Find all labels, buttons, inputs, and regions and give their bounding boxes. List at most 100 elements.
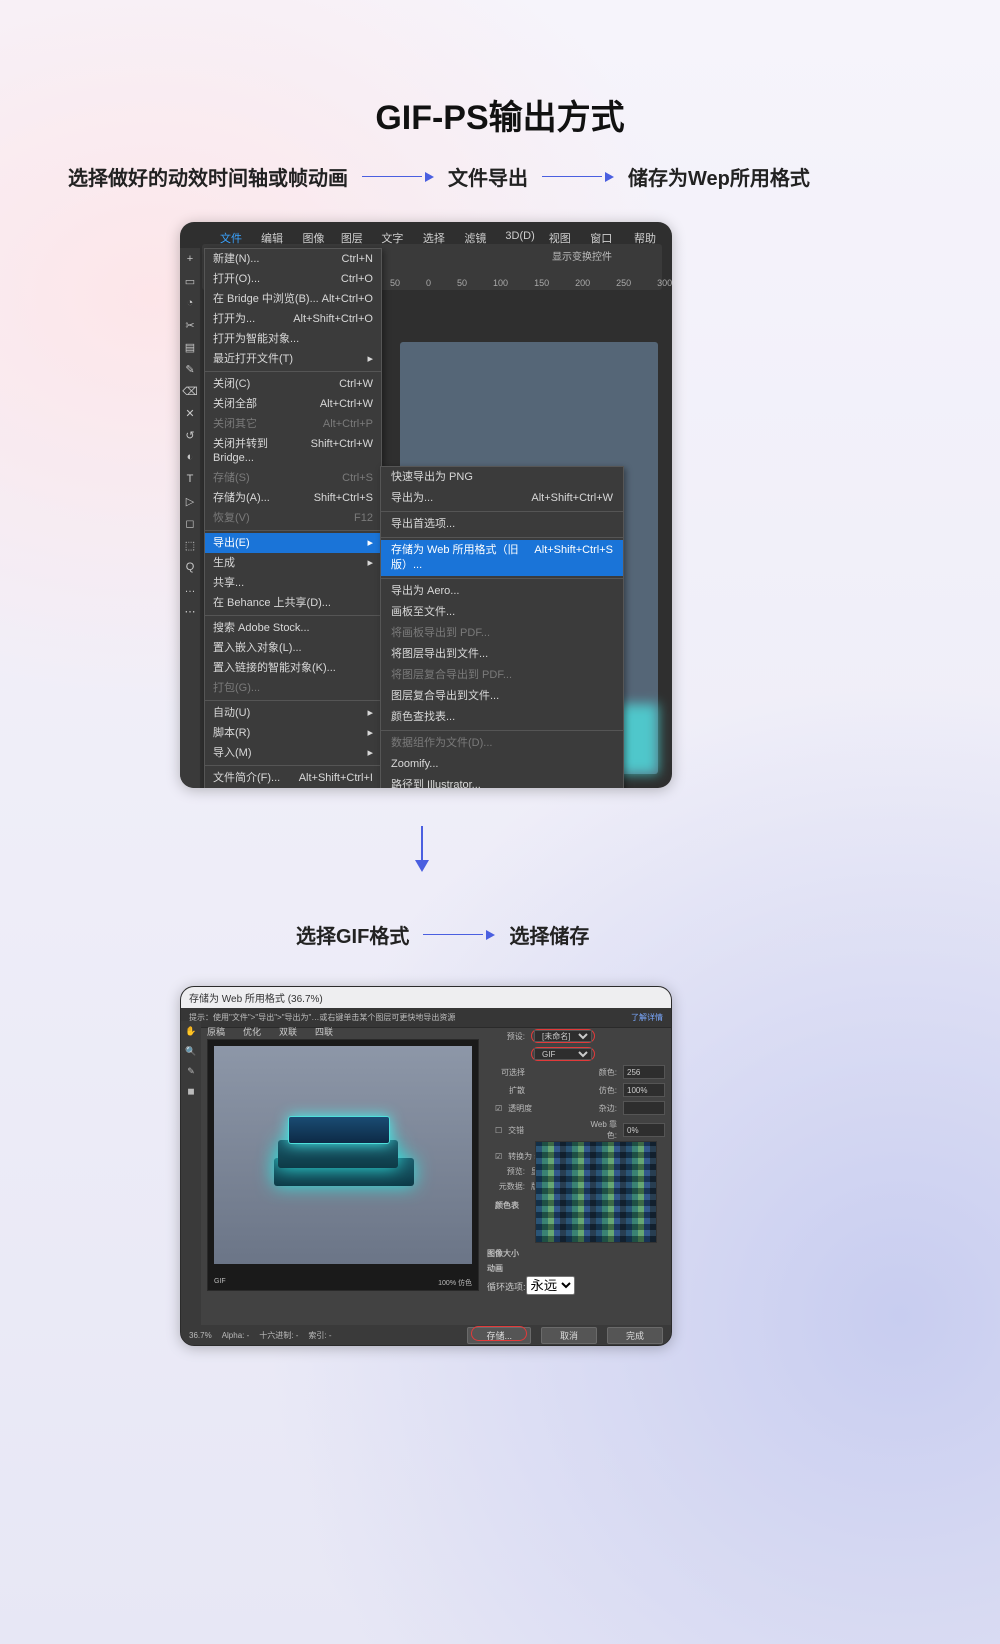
tool-icon[interactable]: ✂ xyxy=(180,314,200,336)
menu-item[interactable]: 最近打开文件(T)▸ xyxy=(205,349,381,369)
menu-item[interactable]: 关闭其它Alt+Ctrl+P xyxy=(205,414,381,434)
loss-input[interactable] xyxy=(623,1083,665,1097)
eyedropper-icon[interactable]: ✎ xyxy=(181,1061,201,1081)
menu-item[interactable]: 共享... xyxy=(205,573,381,593)
menu-item[interactable]: 置入链接的智能对象(K)... xyxy=(205,658,381,678)
menu-item[interactable]: 关闭(C)Ctrl+W xyxy=(205,374,381,394)
ruler: 50050100150200250300350400 xyxy=(390,278,656,288)
menu-item[interactable]: 颜色查找表... xyxy=(381,707,623,728)
color-mosaic xyxy=(535,1141,657,1243)
menu-item[interactable]: 将图层导出到文件... xyxy=(381,644,623,665)
tool-icon[interactable]: ⌫ xyxy=(180,380,200,402)
menu-item[interactable]: 导入(M)▸ xyxy=(205,743,381,763)
transform-controls-label: 显示变换控件 xyxy=(552,248,612,263)
tab-1[interactable]: 优化 xyxy=(243,1025,261,1038)
cancel-button[interactable]: 取消 xyxy=(541,1327,597,1344)
menu-item[interactable]: 存储为(A)...Shift+Ctrl+S xyxy=(205,488,381,508)
tab-3[interactable]: 四联 xyxy=(315,1025,333,1038)
menu-item[interactable]: 打包(G)... xyxy=(205,678,381,698)
menu-item[interactable]: 打开(O)...Ctrl+O xyxy=(205,269,381,289)
tool-icon[interactable]: Q xyxy=(180,556,200,578)
menu-item[interactable]: 数据组作为文件(D)... xyxy=(381,733,623,754)
sfw-tools: ✋ 🔍 ✎ ◼ xyxy=(181,1021,201,1325)
menu-item[interactable]: 关闭全部Alt+Ctrl+W xyxy=(205,394,381,414)
arrow-right-icon xyxy=(423,930,495,940)
tool-icon[interactable]: + xyxy=(180,248,200,270)
tab-2[interactable]: 双联 xyxy=(279,1025,297,1038)
anim-label: 动画 xyxy=(487,1263,663,1274)
preview-image xyxy=(214,1046,472,1264)
tool-icon[interactable]: … xyxy=(180,578,200,600)
menu-item[interactable]: 导出为 Aero... xyxy=(381,581,623,602)
page-title: GIF-PS输出方式 xyxy=(0,90,1000,139)
transparency-check[interactable]: 透明度 xyxy=(508,1103,532,1114)
tool-icon[interactable]: ▭ xyxy=(180,270,200,292)
loop-select[interactable]: 永远 xyxy=(526,1276,575,1295)
preview-label: 预览: xyxy=(489,1166,525,1177)
arrow-down-icon xyxy=(415,826,429,872)
menu-item[interactable]: 在 Behance 上共享(D)... xyxy=(205,593,381,613)
flow-row-2: 选择GIF格式 选择储存 xyxy=(296,920,589,949)
tool-icon[interactable]: ▤ xyxy=(180,336,200,358)
dialog-footer: 36.7% Alpha: - 十六进制: - 索引: - 存储... 取消 完成 xyxy=(181,1325,671,1345)
websnap-input[interactable] xyxy=(623,1123,665,1137)
tool-icon[interactable]: ⋯ xyxy=(180,600,200,622)
menu-item[interactable]: 生成▸ xyxy=(205,553,381,573)
step3-label: 储存为Wep所用格式 xyxy=(628,162,810,191)
info-format: GIF xyxy=(214,1278,226,1288)
done-button[interactable]: 完成 xyxy=(607,1327,663,1344)
menu-item[interactable]: 将图层复合导出到 PDF... xyxy=(381,665,623,686)
menu-item[interactable]: 将画板导出到 PDF... xyxy=(381,623,623,644)
menu-item[interactable]: 在 Bridge 中浏览(B)...Alt+Ctrl+O xyxy=(205,289,381,309)
zoom-icon[interactable]: 🔍 xyxy=(181,1041,201,1061)
menu-item[interactable]: 自动(U)▸ xyxy=(205,703,381,723)
menu-item[interactable]: 打开为...Alt+Shift+Ctrl+O xyxy=(205,309,381,329)
menu-item[interactable]: 新建(N)...Ctrl+N xyxy=(205,249,381,269)
menu-item[interactable]: 关闭并转到 Bridge...Shift+Ctrl+W xyxy=(205,434,381,468)
menu-item[interactable]: 文件简介(F)...Alt+Shift+Ctrl+I xyxy=(205,768,381,788)
step4-label: 选择GIF格式 xyxy=(296,920,409,949)
menu-item[interactable]: 快速导出为 PNG xyxy=(381,467,623,488)
menu-item[interactable]: 导出首选项... xyxy=(381,514,623,535)
tool-icon[interactable]: ↺ xyxy=(180,424,200,446)
menu-item[interactable]: 搜索 Adobe Stock... xyxy=(205,618,381,638)
menu-item[interactable]: 存储(S)Ctrl+S xyxy=(205,468,381,488)
tool-icon[interactable]: ▷ xyxy=(180,490,200,512)
tool-icon[interactable]: ◻ xyxy=(180,512,200,534)
tool-icon[interactable]: ◐ xyxy=(180,446,200,468)
preview-tabs[interactable]: 原稿 优化 双联 四联 xyxy=(207,1025,333,1038)
save-for-web-dialog: 存储为 Web 所用格式 (36.7%) 提示：使用"文件">"导出">"导出为… xyxy=(180,986,672,1346)
menu-item[interactable]: 画板至文件... xyxy=(381,602,623,623)
tool-icon[interactable]: ◔ xyxy=(180,292,200,314)
colors-input[interactable] xyxy=(623,1065,665,1079)
menu-item[interactable]: 导出(E)▸ xyxy=(205,533,381,553)
tool-icon[interactable]: ✕ xyxy=(180,402,200,424)
menu-item[interactable]: 置入嵌入对象(L)... xyxy=(205,638,381,658)
menu-item[interactable]: 存储为 Web 所用格式（旧版）...Alt+Shift+Ctrl+S xyxy=(381,540,623,576)
step5-label: 选择储存 xyxy=(509,920,589,949)
format-highlight: GIF xyxy=(531,1047,595,1061)
menu-item[interactable]: 路径到 Illustrator... xyxy=(381,775,623,788)
menu-item[interactable]: Zoomify... xyxy=(381,754,623,775)
menu-item[interactable]: 脚本(R)▸ xyxy=(205,723,381,743)
export-submenu[interactable]: 快速导出为 PNG导出为...Alt+Shift+Ctrl+W 导出首选项... 存… xyxy=(380,466,624,788)
websnap-label: Web 靠色: xyxy=(581,1119,617,1141)
save-highlight xyxy=(471,1326,527,1341)
matte-input[interactable] xyxy=(623,1101,665,1115)
tab-0[interactable]: 原稿 xyxy=(207,1025,225,1038)
alpha-readout: Alpha: - xyxy=(222,1331,250,1340)
hand-icon[interactable]: ✋ xyxy=(181,1021,201,1041)
interlaced-check[interactable]: 交错 xyxy=(508,1125,524,1136)
flow-row-1: 选择做好的动效时间轴或帧动画 文件导出 储存为Wep所用格式 xyxy=(68,162,810,191)
menu-item[interactable]: 恢复(V)F12 xyxy=(205,508,381,528)
file-menu[interactable]: 新建(N)...Ctrl+N打开(O)...Ctrl+O在 Bridge 中浏览… xyxy=(204,248,382,788)
menu-item[interactable]: 导出为...Alt+Shift+Ctrl+W xyxy=(381,488,623,509)
preset-select[interactable]: [未命名] xyxy=(534,1030,592,1042)
menu-item[interactable]: 图层复合导出到文件... xyxy=(381,686,623,707)
tool-icon[interactable]: T xyxy=(180,468,200,490)
format-select[interactable]: GIF xyxy=(534,1048,592,1060)
tool-icon[interactable]: ⬚ xyxy=(180,534,200,556)
menu-item[interactable]: 打开为智能对象... xyxy=(205,329,381,349)
tool-icon[interactable]: ✎ xyxy=(180,358,200,380)
matte-label: 杂边: xyxy=(581,1103,617,1114)
